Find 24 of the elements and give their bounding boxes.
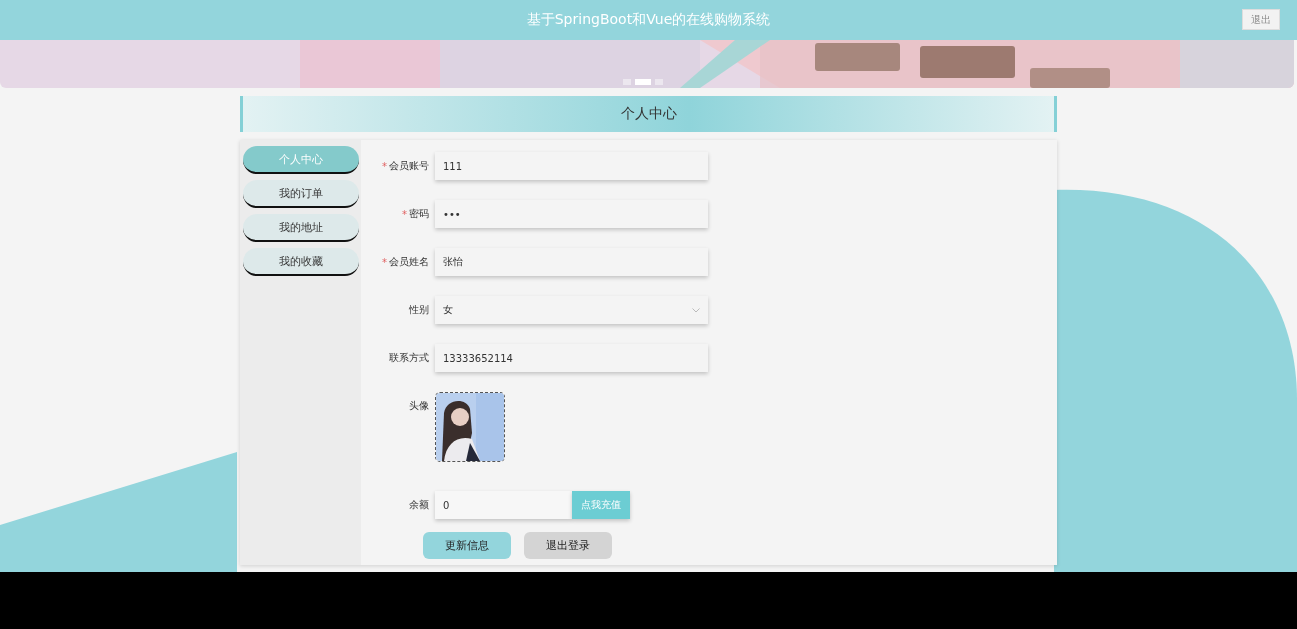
input-field[interactable]: 张怡: [435, 248, 708, 276]
logout-button[interactable]: 退出登录: [524, 532, 612, 559]
field-label: 密码: [409, 207, 429, 221]
input-field[interactable]: •••: [435, 200, 708, 228]
sidebar-item[interactable]: 我的地址: [242, 214, 359, 242]
section-title: 个人中心: [240, 96, 1057, 132]
field-label: 联系方式: [389, 351, 429, 365]
update-button[interactable]: 更新信息: [423, 532, 511, 559]
sidebar-item[interactable]: 我的收藏: [242, 248, 359, 276]
input-field[interactable]: 0: [435, 491, 572, 519]
chevron-down-icon: [692, 307, 700, 313]
input-field[interactable]: 111: [435, 152, 708, 180]
field-label: 头像: [409, 399, 429, 413]
field-label: 余额: [409, 498, 429, 512]
field-label: 会员账号: [389, 159, 429, 173]
site-title: 基于SpringBoot和Vue的在线购物系统: [526, 11, 771, 29]
select-field[interactable]: 女: [435, 296, 708, 324]
required-marker: *: [382, 160, 387, 172]
field-label: 性别: [409, 303, 429, 317]
required-marker: *: [382, 256, 387, 268]
sidebar-item[interactable]: 我的订单: [242, 180, 359, 208]
input-field[interactable]: 13333652114: [435, 344, 708, 372]
required-marker: *: [402, 208, 407, 220]
field-label: 会员姓名: [389, 255, 429, 269]
